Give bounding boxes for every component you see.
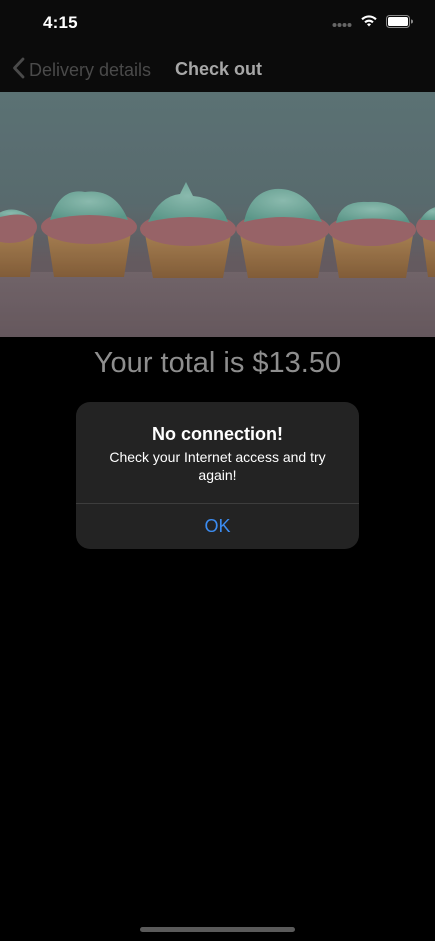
alert-message: Check your Internet access and try again… [109,449,326,483]
signal-dots-icon [332,15,352,33]
back-button[interactable]: Delivery details [12,57,151,84]
alert-ok-button[interactable]: OK [76,504,359,549]
page-title: Check out [175,59,263,79]
order-total: Your total is $13.50 [93,347,342,379]
status-time: 4:15 [43,13,78,32]
chevron-left-icon [12,57,25,84]
status-icons [332,14,413,33]
no-connection-alert: No connection! Check your Internet acces… [76,402,359,549]
hero-image-cupcakes [0,92,435,337]
navigation-bar: Delivery details Check out [0,46,435,92]
status-bar: 4:15 [0,0,435,46]
wifi-icon [360,14,378,33]
home-indicator[interactable] [140,927,295,932]
hero-overlay [0,92,435,337]
battery-icon [386,14,413,33]
alert-title: No connection! [152,424,283,444]
back-button-label: Delivery details [29,60,152,80]
